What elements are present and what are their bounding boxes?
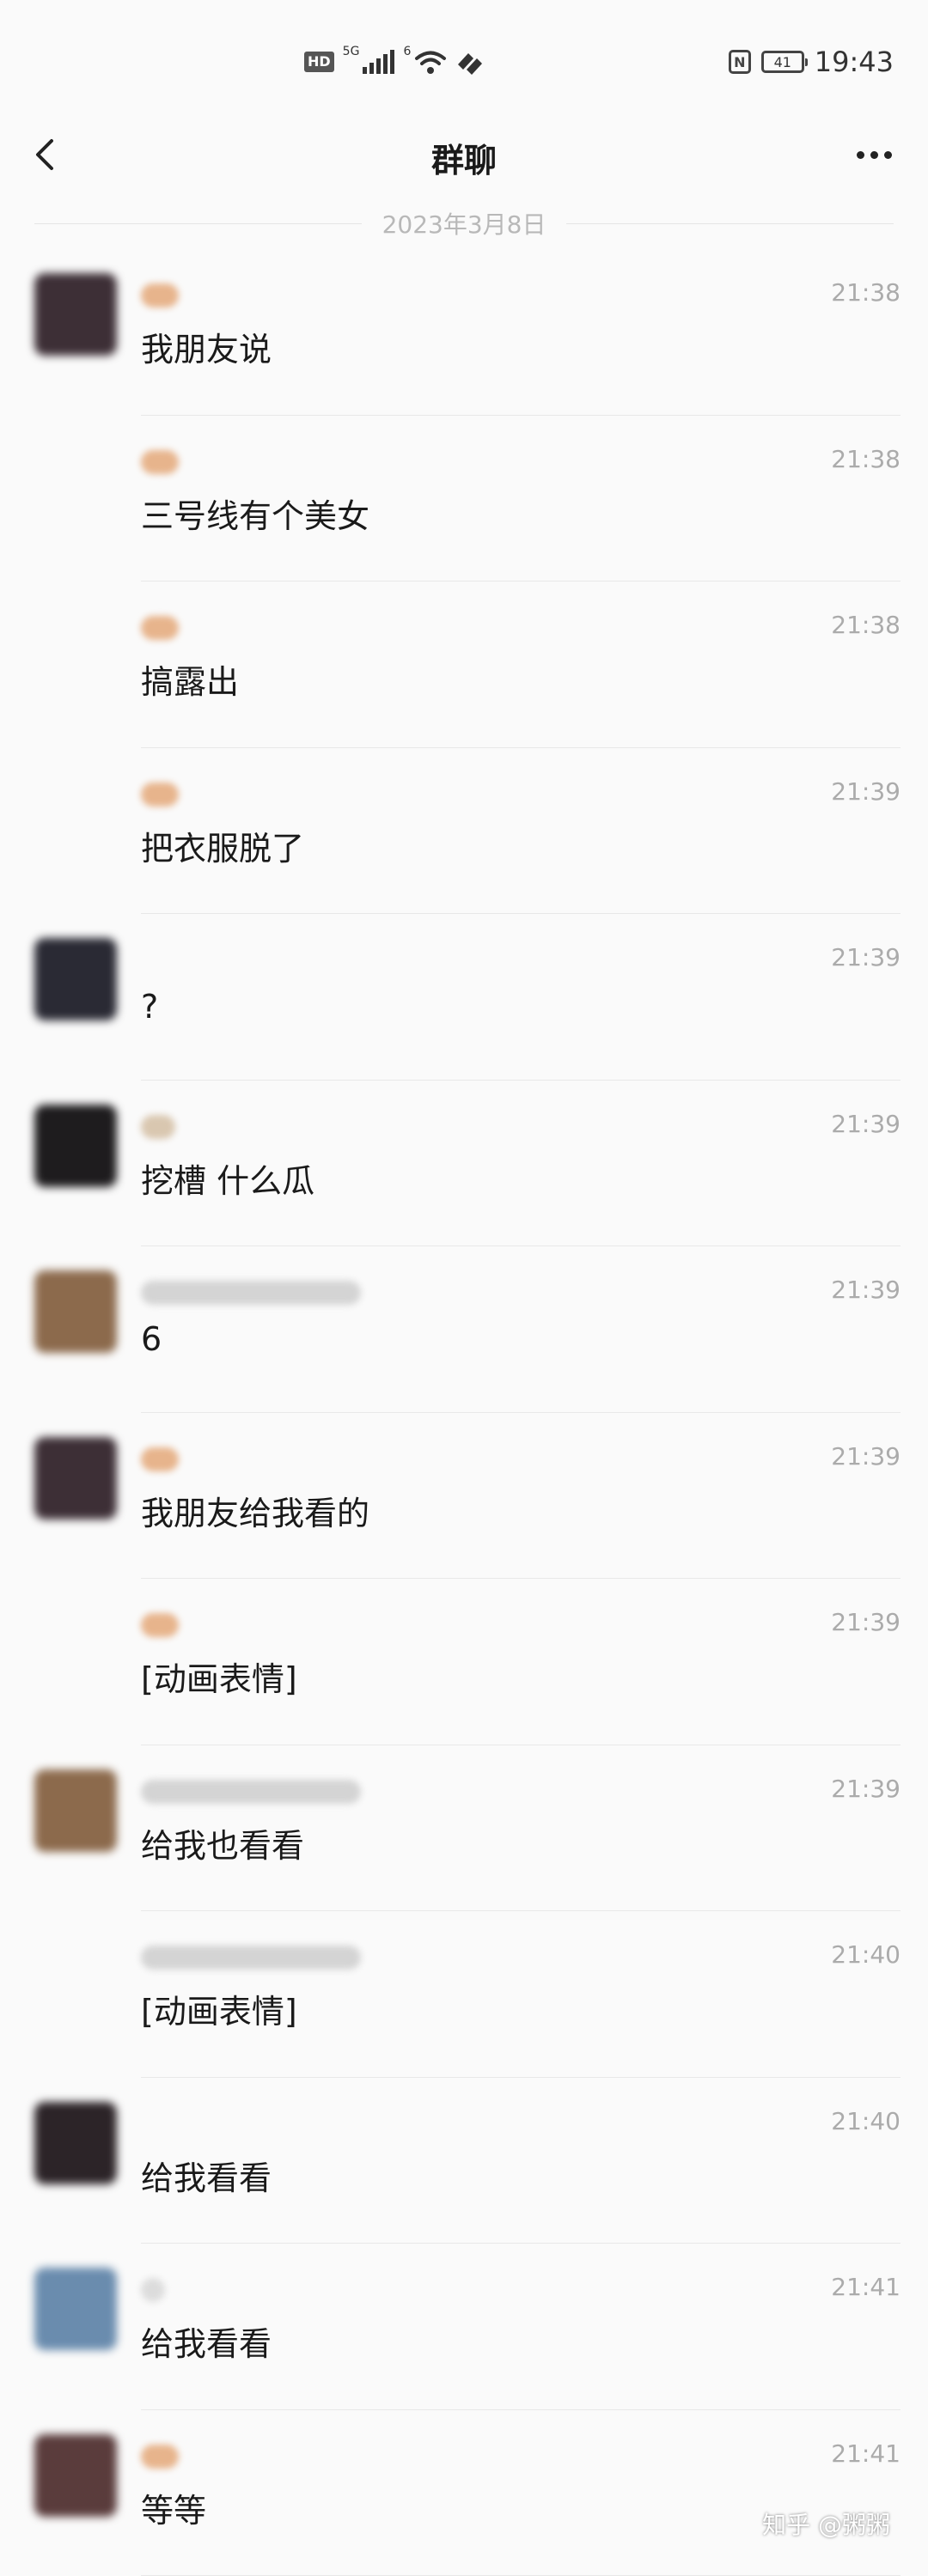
avatar[interactable] xyxy=(34,2434,117,2517)
message-item[interactable]: 21:40 给我看看 xyxy=(0,2078,928,2244)
wifi-generation-label: 6 xyxy=(403,45,411,58)
message-time: 21:38 xyxy=(831,445,901,473)
message-item[interactable]: 21:41 等等 xyxy=(0,2410,928,2576)
sender-name xyxy=(141,616,179,640)
message-text: 我朋友给我看的 xyxy=(141,1487,369,1534)
status-icons-right: N 41 19:43 xyxy=(729,41,894,82)
sender-name xyxy=(141,2445,179,2469)
signal-icon xyxy=(363,50,394,74)
avatar[interactable] xyxy=(34,1270,117,1353)
message-item[interactable]: 21:39 挖槽 什么瓜 xyxy=(0,1081,928,1247)
message-text: ? xyxy=(141,988,158,1026)
sender-name xyxy=(141,1115,175,1139)
message-item[interactable]: 21:39 我朋友给我看的 xyxy=(0,1413,928,1580)
message-text: 给我也看看 xyxy=(141,1819,304,1867)
message-text: 6 xyxy=(141,1320,162,1358)
message-time: 21:41 xyxy=(831,2273,901,2301)
message-time: 21:39 xyxy=(831,1110,901,1138)
avatar[interactable] xyxy=(34,2268,117,2350)
sender-name xyxy=(141,450,179,474)
message-time: 21:39 xyxy=(831,1608,901,1636)
message-text: 我朋友说 xyxy=(141,323,272,370)
vpn-icon xyxy=(455,49,485,75)
sender-name xyxy=(141,783,179,807)
avatar[interactable] xyxy=(34,1105,117,1187)
message-time: 21:40 xyxy=(831,1940,901,1969)
message-text: 给我看看 xyxy=(141,2317,272,2365)
sender-name xyxy=(141,1780,361,1804)
battery-icon: 41 xyxy=(761,51,804,73)
message-time: 21:39 xyxy=(831,1442,901,1471)
wifi-icon xyxy=(414,49,447,75)
message-text: 挖槽 什么瓜 xyxy=(141,1154,314,1202)
message-item[interactable]: 21:38 三号线有个美女 xyxy=(0,416,928,582)
message-item[interactable]: 21:39 [动画表情] xyxy=(0,1579,928,1745)
message-time: 21:39 xyxy=(831,1276,901,1304)
status-clock: 19:43 xyxy=(815,46,894,78)
status-icons-left: HD 5G 6 xyxy=(304,45,485,79)
message-text: [动画表情] xyxy=(141,1985,297,2032)
page-title: 群聊 xyxy=(0,134,928,181)
message-time: 21:39 xyxy=(831,1775,901,1803)
message-time: 21:39 xyxy=(831,777,901,806)
message-time: 21:39 xyxy=(831,943,901,971)
avatar[interactable] xyxy=(34,938,117,1020)
message-item[interactable]: 21:40 [动画表情] xyxy=(0,1911,928,2078)
network-type-label: 5G xyxy=(343,45,360,58)
message-time: 21:40 xyxy=(831,2107,901,2135)
message-time: 21:41 xyxy=(831,2439,901,2468)
sender-name xyxy=(141,283,179,308)
avatar[interactable] xyxy=(34,1437,117,1519)
message-item[interactable]: 21:39 给我也看看 xyxy=(0,1745,928,1912)
sender-name xyxy=(141,1447,179,1471)
watermark: 知乎 @粥粥 xyxy=(762,2506,890,2541)
more-icon xyxy=(857,151,864,159)
message-text: 等等 xyxy=(141,2484,206,2531)
message-text: 把衣服脱了 xyxy=(141,822,304,869)
avatar[interactable] xyxy=(34,2102,117,2184)
status-bar: HD 5G 6 N 41 19:43 xyxy=(0,0,928,120)
sender-name xyxy=(141,1281,361,1305)
nav-bar: 群聊 xyxy=(0,112,928,198)
message-time: 21:38 xyxy=(831,278,901,307)
message-item[interactable]: 21:41 给我看看 xyxy=(0,2244,928,2410)
message-list[interactable]: 21:38我朋友说21:38三号线有个美女21:38搞露出21:39把衣服脱了2… xyxy=(0,249,928,2576)
message-item[interactable]: 21:39? xyxy=(0,914,928,1081)
hd-icon: HD xyxy=(304,52,334,72)
message-text: 给我看看 xyxy=(141,2152,272,2199)
message-item[interactable]: 21:38 我朋友说 xyxy=(0,249,928,416)
nfc-icon: N xyxy=(729,50,751,74)
message-item[interactable]: 21:38 搞露出 xyxy=(0,582,928,748)
avatar[interactable] xyxy=(34,273,117,356)
avatar[interactable] xyxy=(34,1769,117,1852)
sender-name xyxy=(141,1946,361,1970)
sender-name xyxy=(141,2278,165,2302)
date-divider: 2023年3月8日 xyxy=(34,206,894,241)
message-item[interactable]: 21:39 6 xyxy=(0,1246,928,1413)
message-item[interactable]: 21:39 把衣服脱了 xyxy=(0,748,928,915)
message-text: 搞露出 xyxy=(141,655,239,703)
date-label: 2023年3月8日 xyxy=(362,206,567,241)
more-button[interactable] xyxy=(844,131,904,179)
message-text: [动画表情] xyxy=(141,1653,297,1700)
message-text: 三号线有个美女 xyxy=(141,490,369,537)
sender-name xyxy=(141,1613,179,1637)
message-time: 21:38 xyxy=(831,611,901,639)
